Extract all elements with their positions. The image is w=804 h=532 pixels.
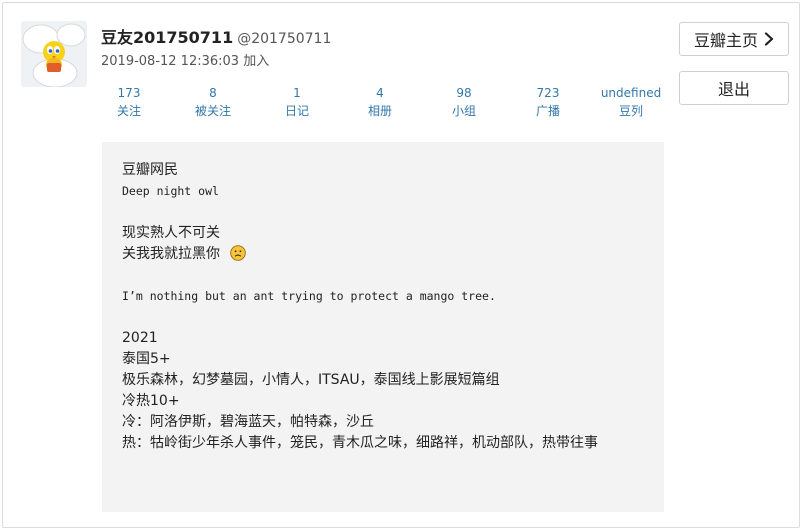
bio-box: 豆瓣网民 Deep night owl 现实熟人不可关 关我我就拉黑你 I’m … [102,142,664,512]
stat-value: 8 [209,86,217,100]
stat-notes[interactable]: 1 日记 [252,84,342,120]
stat-value: 1 [293,86,301,100]
bio-line: Deep night owl [122,184,219,198]
bio-blank [122,307,644,328]
tweety-bird-avatar-icon [21,21,87,87]
stat-label: 被关注 [194,104,231,118]
stat-value: 4 [376,86,384,100]
home-button-label: 豆瓣主页 [693,31,758,50]
bio-line: 2021 [122,330,158,346]
stat-value: 98 [456,86,472,100]
stat-label: 广播 [535,104,560,118]
bio-line: 关我我就拉黑你 [122,244,644,265]
stat-value: 173 [117,86,141,100]
join-date: 2019-08-12 12:36:03 加入 [101,54,270,69]
stat-label: 小组 [451,104,476,118]
stat-albums[interactable]: 4 相册 [335,84,425,120]
stat-broadcasts[interactable]: 723 广播 [503,84,593,120]
douban-home-button[interactable]: 豆瓣主页 [679,22,789,56]
username: 豆友201750711 [101,28,234,47]
bio-blank [122,265,644,286]
logout-button-label: 退出 [717,80,750,99]
bio-line: 冷热10+ [122,393,180,409]
frowning-face-icon [230,245,247,268]
stat-value: 723 [536,86,560,100]
bio-line: 热：牯岭街少年杀人事件，笼民，青木瓜之味，细路祥，机动部队，热带往事 [122,435,598,451]
stat-label: 相册 [367,104,392,118]
logout-button[interactable]: 退出 [679,71,789,105]
chevron-right-icon [764,32,774,46]
bio-line: 豆瓣网民 [122,162,178,178]
stat-followers[interactable]: 8 被关注 [168,84,258,120]
stat-label: 日记 [284,104,309,118]
avatar[interactable] [21,21,87,87]
profile-name: 豆友201750711 @201750711 [101,24,331,48]
bio-line: 泰国5+ [122,351,171,367]
stat-value: undefined [600,86,662,100]
bio-line: 冷：阿洛伊斯，碧海蓝天，帕特森，沙丘 [122,414,374,430]
bio-line: 现实熟人不可关 [122,225,220,241]
stat-groups[interactable]: 98 小组 [419,84,509,120]
stat-label: 关注 [116,104,141,118]
bio-line: 极乐森林，幻梦墓园，小情人，ITSAU，泰国线上影展短篇组 [122,372,500,388]
bio-blank [122,202,644,223]
stat-label: 豆列 [618,104,643,118]
profile-card: 豆友201750711 @201750711 2019-08-12 12:36:0… [2,2,800,528]
bio-line: I’m nothing but an ant trying to protect… [122,289,496,303]
stat-doulists[interactable]: undefined 豆列 [586,84,676,120]
bio-text: 关我我就拉黑你 [122,246,220,262]
stat-following[interactable]: 173 关注 [84,84,174,120]
user-handle: @201750711 [237,31,332,47]
